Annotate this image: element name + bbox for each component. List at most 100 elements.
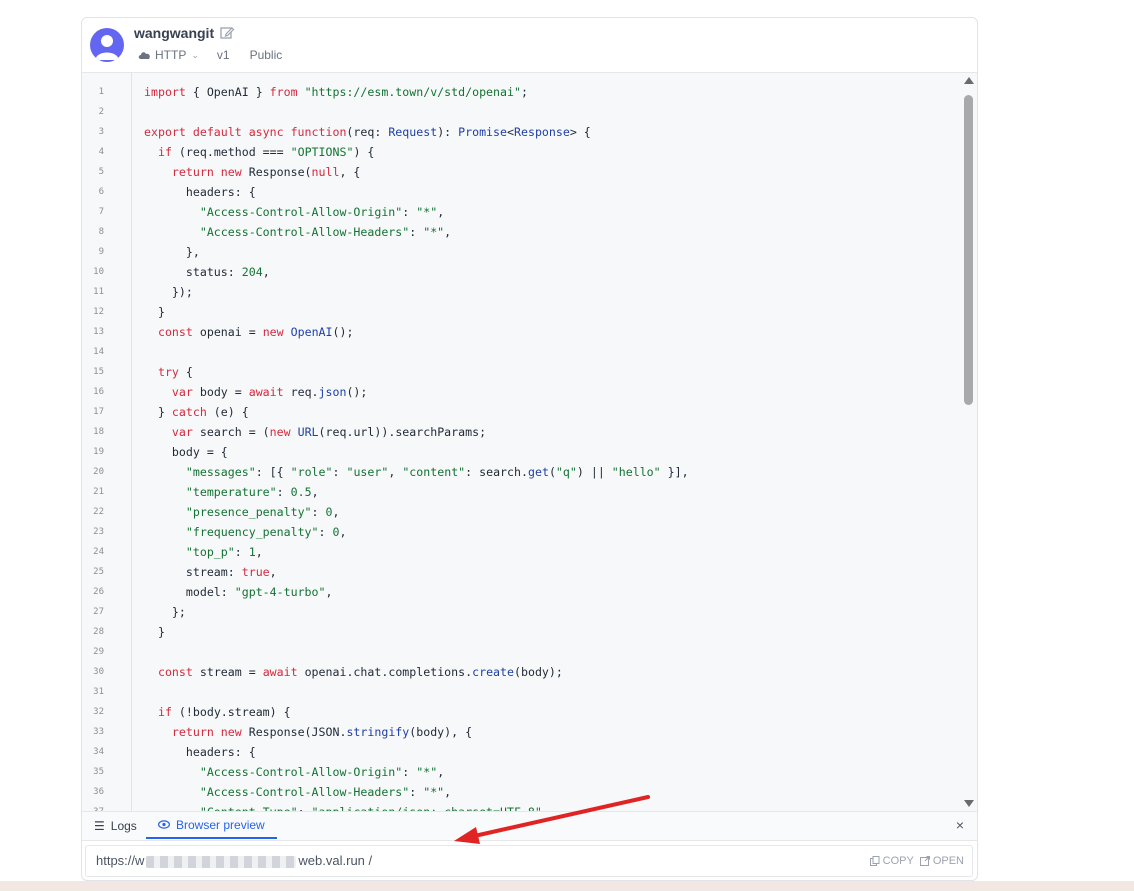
- tab-logs-label: Logs: [110, 818, 137, 833]
- tab-browser-preview[interactable]: Browser preview: [146, 812, 277, 839]
- scroll-thumb[interactable]: [964, 95, 973, 405]
- code-line[interactable]: var search = (new URL(req.url)).searchPa…: [144, 425, 486, 439]
- url-actions: COPY OPEN: [864, 855, 964, 867]
- code-line[interactable]: const stream = await openai.chat.complet…: [144, 665, 563, 679]
- line-number: 34: [93, 747, 104, 757]
- code-line[interactable]: const openai = new OpenAI();: [144, 325, 354, 339]
- code-line[interactable]: "messages": [{ "role": "user", "content"…: [144, 465, 689, 479]
- code-line[interactable]: "temperature": 0.5,: [144, 485, 319, 499]
- code-line[interactable]: });: [144, 285, 193, 299]
- owner-name[interactable]: wangwangit: [134, 25, 214, 41]
- tab-logs[interactable]: ☰ Logs: [94, 812, 137, 839]
- copy-button[interactable]: COPY: [883, 855, 914, 867]
- list-icon: ☰: [94, 818, 105, 833]
- code-editor[interactable]: 1 2 3 4 5 6 7 8 9 10 11 12 13 14 15 16 17 18 19 20 21 22 23 24 2…: [82, 73, 977, 811]
- line-number: 10: [93, 267, 104, 277]
- open-button[interactable]: OPEN: [933, 855, 964, 867]
- line-number-gutter: 1 2 3 4 5 6 7 8 9 10 11 12 13 14 15 16 17 18 19 20 21 22 23 24 2…: [82, 73, 132, 811]
- code-line[interactable]: "presence_penalty": 0,: [144, 505, 340, 519]
- line-number: 36: [93, 787, 104, 797]
- chevron-down-icon[interactable]: ⌄: [191, 50, 199, 61]
- url-prefix: https://w: [96, 853, 145, 868]
- code-line[interactable]: return new Response(null, {: [144, 165, 361, 179]
- line-number: 8: [98, 227, 104, 237]
- line-number: 17: [93, 407, 104, 417]
- line-number: 1: [98, 87, 104, 97]
- line-number: 22: [93, 507, 104, 517]
- code-line[interactable]: var body = await req.json();: [144, 385, 367, 399]
- line-number: 6: [98, 187, 104, 197]
- code-line[interactable]: "frequency_penalty": 0,: [144, 525, 347, 539]
- editor-scrollbar[interactable]: [961, 73, 977, 811]
- line-number: 13: [93, 327, 104, 337]
- external-link-icon[interactable]: [919, 856, 930, 866]
- code-line[interactable]: import { OpenAI } from "https://esm.town…: [144, 85, 528, 99]
- code-line[interactable]: headers: {: [144, 745, 256, 759]
- code-line[interactable]: headers: {: [144, 185, 256, 199]
- code-line[interactable]: },: [144, 245, 200, 259]
- val-type-dropdown[interactable]: HTTP: [155, 48, 186, 62]
- line-number: 2: [98, 107, 104, 117]
- line-number: 21: [93, 487, 104, 497]
- line-number: 12: [93, 307, 104, 317]
- user-avatar[interactable]: [90, 28, 124, 62]
- close-panel-button[interactable]: ×: [956, 817, 964, 833]
- line-number: 16: [93, 387, 104, 397]
- privacy-label[interactable]: Public: [250, 48, 283, 62]
- code-line[interactable]: };: [144, 605, 186, 619]
- code-line[interactable]: status: 204,: [144, 265, 270, 279]
- line-number: 33: [93, 727, 104, 737]
- line-number: 30: [93, 667, 104, 677]
- code-line[interactable]: stream: true,: [144, 565, 277, 579]
- line-number: 29: [93, 647, 104, 657]
- url-redacted-segment: [146, 855, 297, 868]
- code-line[interactable]: body = {: [144, 445, 228, 459]
- scroll-up-arrow-icon[interactable]: [964, 77, 974, 84]
- code-line[interactable]: } catch (e) {: [144, 405, 249, 419]
- line-number: 15: [93, 367, 104, 377]
- edit-icon[interactable]: [219, 25, 235, 41]
- code-line[interactable]: "top_p": 1,: [144, 545, 263, 559]
- line-number: 27: [93, 607, 104, 617]
- code-line[interactable]: export default async function(req: Reque…: [144, 125, 591, 139]
- code-line[interactable]: if (req.method === "OPTIONS") {: [144, 145, 374, 159]
- line-number: 26: [93, 587, 104, 597]
- line-number: 18: [93, 427, 104, 437]
- line-number: 14: [93, 347, 104, 357]
- eye-icon: [158, 820, 170, 829]
- line-number: 11: [93, 287, 104, 297]
- code-line[interactable]: "Access-Control-Allow-Origin": "*",: [144, 205, 444, 219]
- code-line[interactable]: }: [144, 305, 165, 319]
- code-line[interactable]: try {: [144, 365, 193, 379]
- code-line[interactable]: "Access-Control-Allow-Headers": "*",: [144, 225, 451, 239]
- line-number: 5: [98, 167, 104, 177]
- line-number: 23: [93, 527, 104, 537]
- code-line[interactable]: return new Response(JSON.stringify(body)…: [144, 725, 472, 739]
- val-header: wangwangit HTTP ⌄ v1 Public: [82, 18, 977, 73]
- code-line[interactable]: "Access-Control-Allow-Origin": "*",: [144, 765, 444, 779]
- scroll-down-arrow-icon[interactable]: [964, 800, 974, 807]
- line-number: 7: [98, 207, 104, 217]
- code-line[interactable]: "Access-Control-Allow-Headers": "*",: [144, 785, 451, 799]
- line-number: 3: [98, 127, 104, 137]
- code-line[interactable]: }: [144, 625, 165, 639]
- avatar-person-icon: [95, 35, 119, 60]
- line-number: 19: [93, 447, 104, 457]
- preview-url[interactable]: https://w web.val.run /: [96, 853, 372, 868]
- line-number: 25: [93, 567, 104, 577]
- val-meta: HTTP ⌄ v1 Public: [138, 48, 282, 62]
- annotation-arrow: [454, 795, 650, 844]
- line-number: 28: [93, 627, 104, 637]
- cloud-icon: [138, 52, 150, 59]
- version-label[interactable]: v1: [217, 48, 230, 62]
- line-number: 20: [93, 467, 104, 477]
- tab-browser-preview-label: Browser preview: [176, 817, 265, 832]
- window-bottom-strip: [0, 881, 1134, 891]
- line-number: 24: [93, 547, 104, 557]
- code-line[interactable]: if (!body.stream) {: [144, 705, 291, 719]
- code-line[interactable]: model: "gpt-4-turbo",: [144, 585, 333, 599]
- val-card: wangwangit HTTP ⌄ v1 Public 1 2 3 4 5 6 7 8 9 10 1…: [81, 17, 978, 881]
- copy-icon[interactable]: [869, 856, 880, 866]
- line-number: 31: [93, 687, 104, 697]
- line-number: 9: [98, 247, 104, 257]
